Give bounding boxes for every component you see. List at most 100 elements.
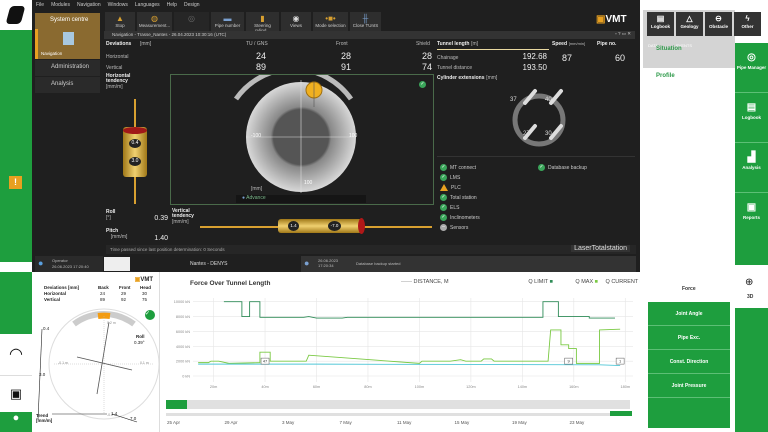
label: System centre <box>50 17 89 23</box>
check-icon: ✓ <box>538 164 545 172</box>
disabled-tool-button[interactable]: ◎ <box>174 12 209 31</box>
x-tick-label: 100m <box>415 385 425 389</box>
bar-chart-icon: ▟ <box>747 152 756 163</box>
situation-link[interactable]: Situation <box>656 46 682 52</box>
app-logo-icon <box>5 6 26 24</box>
value-a: 0.4 <box>43 326 50 331</box>
htend-unit: [mm/m] <box>106 84 123 90</box>
route-thumbnail[interactable] <box>104 257 130 271</box>
navigation-icon <box>63 32 74 45</box>
logbook-button[interactable]: ▤ Logbook <box>647 12 674 36</box>
joint-angle-button[interactable]: Joint Angle <box>648 302 730 326</box>
empty-button[interactable] <box>648 398 730 428</box>
label: Mode selection <box>315 23 346 28</box>
logbook-icon: ▤ <box>746 102 757 113</box>
pitch-unit: [mm/m] <box>110 234 128 240</box>
nav-analysis[interactable]: Analysis <box>35 77 100 93</box>
menu-help[interactable]: Help <box>167 2 177 11</box>
target-unit: [mm] <box>251 186 263 192</box>
gauge-icon[interactable]: ◠ <box>0 334 32 376</box>
profile-link[interactable]: Profile <box>656 73 675 79</box>
roll-pitch: Roll [°] 0.39 Pitch [mm/m] 1.40 <box>106 209 168 245</box>
menu-file[interactable]: File <box>36 2 44 11</box>
stop-icon: ▲ <box>116 14 124 23</box>
y-tick-label: 2000 kN <box>176 360 190 364</box>
col-back: Back <box>98 285 109 290</box>
3d-icon[interactable]: ⊕ <box>745 277 753 288</box>
date-axis: 25 Apr 29 Apr 3 May 7 May 11 May 15 May 19 May… <box>161 420 640 430</box>
screen-icon[interactable]: ▣ <box>0 376 32 412</box>
joint-pressure-button[interactable]: Joint Pressure <box>648 374 730 398</box>
x-tick-label: 140m <box>518 385 528 389</box>
const-direction-button[interactable]: Const. Direction <box>648 350 730 374</box>
views-button[interactable]: ◉ Views <box>281 12 311 31</box>
sidebar-analysis[interactable]: ▟ Analysis <box>735 143 768 193</box>
3d-label[interactable]: 3D <box>747 294 753 300</box>
label: Inclinometers <box>450 215 480 221</box>
nav-administration[interactable]: Administration <box>35 60 100 76</box>
pipe-number-button[interactable]: ▬ Pipe number <box>211 12 244 31</box>
nav-system-centre[interactable]: System centre <box>35 13 100 29</box>
status-list: ✓ MT connect ✓ LMS PLC ✓ Total station ✓ ELS… <box>440 163 540 233</box>
steering-cylinder-button[interactable]: ▮Steering cylind... <box>246 12 279 33</box>
user-icon[interactable]: ● <box>0 412 32 432</box>
distance-marker-label: 47 <box>263 359 268 364</box>
timeline-scrollbar[interactable] <box>166 400 630 409</box>
label: Pipe number <box>214 23 241 28</box>
unit: [m] <box>471 41 479 47</box>
menu-windows[interactable]: Windows <box>108 2 128 11</box>
timeline-thumb[interactable] <box>166 400 187 409</box>
label: Stop <box>115 23 125 28</box>
menu-modules[interactable]: Modules <box>51 2 70 11</box>
project-name: Nantes - DENYS <box>190 261 228 267</box>
cylinder-top <box>123 127 147 134</box>
obstacle-button[interactable]: ⊖ Obstacle <box>705 12 732 36</box>
other-button[interactable]: ϟ Other <box>734 12 761 36</box>
col-front: Front <box>119 285 131 290</box>
cylinders-title: Cylinder extensions <box>437 75 485 81</box>
date-tick-label: 15 May <box>454 420 470 425</box>
sidebar-pipe-manager[interactable]: ◎ Pipe Manager <box>735 43 768 93</box>
nav-navigation[interactable]: Navigation <box>35 29 100 59</box>
col-tu-gns: TU / GNS <box>246 41 268 47</box>
label: Analysis <box>51 81 74 87</box>
warning-icon[interactable]: ! <box>9 176 22 189</box>
date-tick-label: 11 May <box>397 420 412 425</box>
deviations-table: Deviations [mm] TU / GNS Front Shield Ho… <box>106 41 436 73</box>
rail-green-top <box>0 272 32 334</box>
measurement-button[interactable]: ◍ Measurement... <box>137 12 172 31</box>
htend-value-1: 0.4 <box>129 139 141 148</box>
menu-languages[interactable]: Languages <box>135 2 160 11</box>
menu-design[interactable]: Design <box>184 2 200 11</box>
message-text: Database backup started <box>356 261 401 266</box>
message-bar: ● 26.06.2023 17:20:34 Database backup st… <box>301 256 636 272</box>
sidebar-reports[interactable]: ▣ Reports <box>735 193 768 243</box>
chainage-value: 192.68 <box>522 52 547 61</box>
brand-text: VMT <box>140 277 153 283</box>
value: 24 <box>100 291 106 296</box>
label: Views <box>290 23 302 28</box>
mode-selection-button[interactable]: •■• Mode selection <box>313 12 348 31</box>
sidebar-logbook[interactable]: ▤ Logbook <box>735 93 768 143</box>
timeline-end-handle[interactable] <box>610 411 632 416</box>
y-tick-label: 6000 kN <box>176 330 190 334</box>
check-icon: ✓ <box>440 174 447 182</box>
pipe-exc-button[interactable]: Pipe Exc. <box>648 326 730 350</box>
target-icon: ◎ <box>747 52 756 63</box>
obstacle-icon: ⊖ <box>715 14 722 23</box>
speed-panel: Speed [mm/min] 87 <box>552 41 594 73</box>
window-controls[interactable]: ▫ ? ▭ ✕ <box>615 31 631 37</box>
operator-box[interactable]: ● Operator 26.06.2023 17:20:40 <box>35 256 103 272</box>
row-label: Horizontal <box>44 291 66 296</box>
tick-left: -0.1 m <box>58 361 68 365</box>
measurement-icon: ◍ <box>151 14 158 23</box>
stop-button[interactable]: ▲ Stop <box>105 12 135 31</box>
close-tunis-button[interactable]: ╫ Close TUnIS <box>350 12 381 31</box>
target-bottom-label: 100 <box>304 180 313 186</box>
row-label: Horizontal <box>106 54 129 60</box>
label: Close TUnIS <box>352 23 379 28</box>
label: Logbook <box>651 24 670 29</box>
geology-button[interactable]: △ Geology <box>676 12 703 36</box>
menu-navigation[interactable]: Navigation <box>77 2 101 11</box>
label: Obstacle <box>708 24 728 29</box>
